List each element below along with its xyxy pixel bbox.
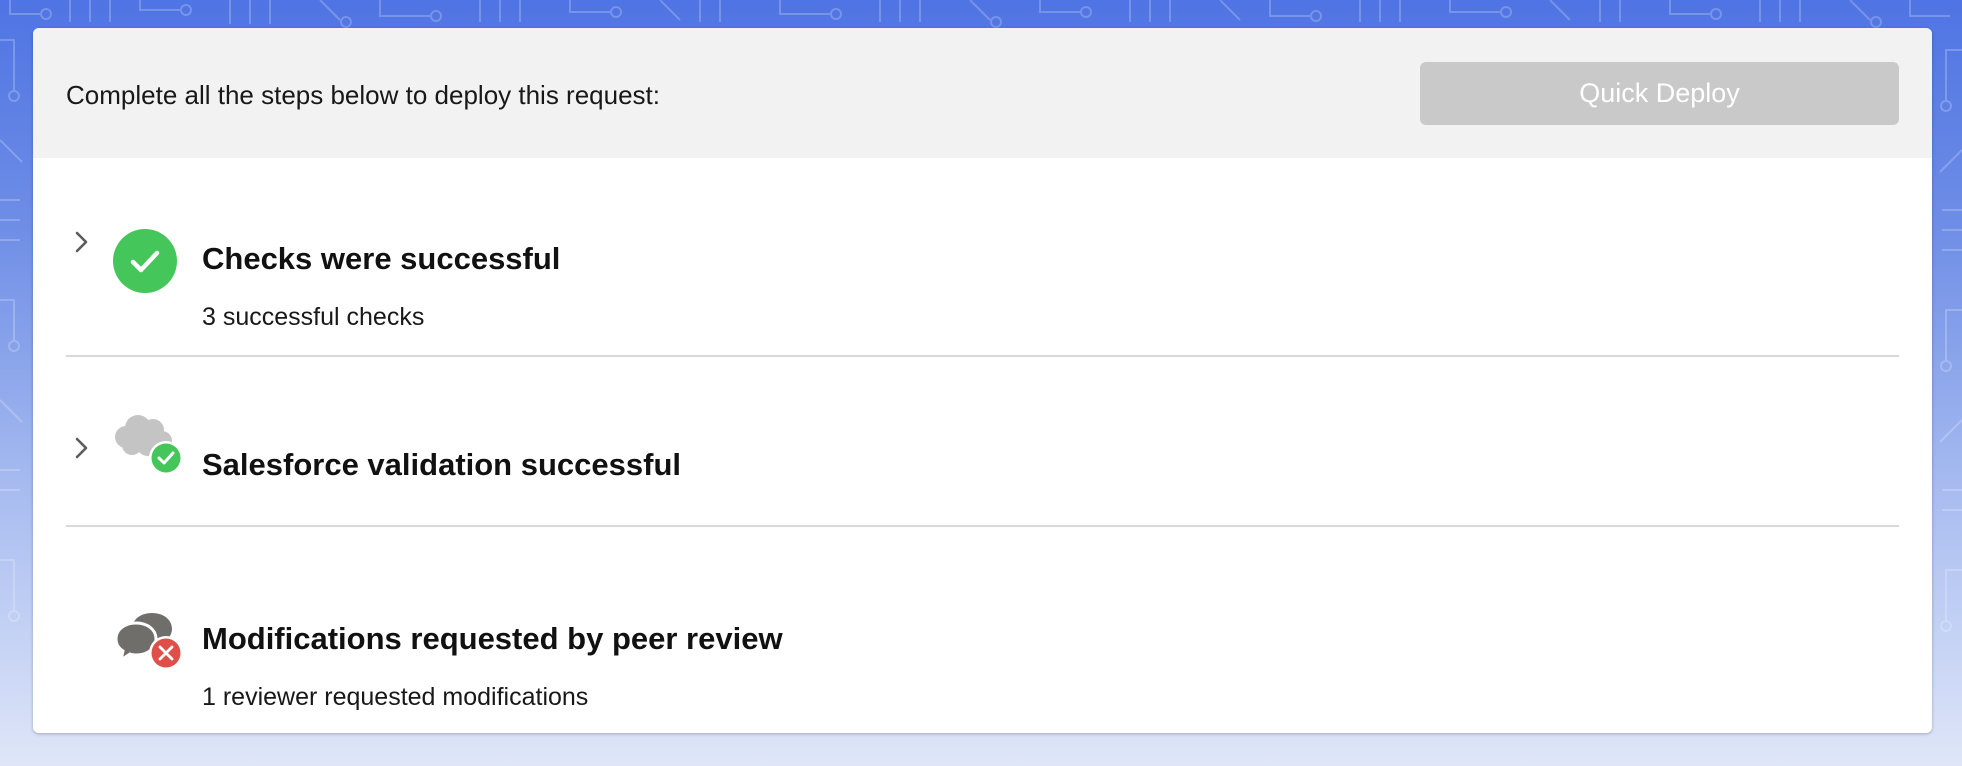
- step-salesforce-validation[interactable]: Salesforce validation successful: [33, 384, 1932, 524]
- quick-deploy-button[interactable]: Quick Deploy: [1420, 62, 1899, 125]
- step-peer-review: Modifications requested by peer review 1…: [33, 528, 1932, 733]
- deploy-instruction-text: Complete all the steps below to deploy t…: [66, 80, 661, 110]
- chevron-right-icon[interactable]: [69, 436, 93, 460]
- step-title: Checks were successful: [202, 241, 561, 276]
- salesforce-cloud-check-icon: [115, 415, 183, 475]
- deploy-steps-card: Complete all the steps below to deploy t…: [33, 28, 1932, 733]
- step-checks[interactable]: Checks were successful 3 successful chec…: [33, 158, 1932, 383]
- chat-bubbles-error-icon: [114, 613, 183, 670]
- divider: [66, 355, 1899, 357]
- step-title: Salesforce validation successful: [202, 447, 681, 482]
- step-subtitle: 3 successful checks: [202, 303, 425, 331]
- card-header: Complete all the steps below to deploy t…: [33, 28, 1932, 158]
- chevron-right-icon[interactable]: [69, 230, 93, 254]
- divider: [66, 525, 1899, 527]
- check-circle-icon: [113, 229, 177, 293]
- step-title: Modifications requested by peer review: [202, 621, 783, 656]
- step-subtitle: 1 reviewer requested modifications: [202, 683, 589, 711]
